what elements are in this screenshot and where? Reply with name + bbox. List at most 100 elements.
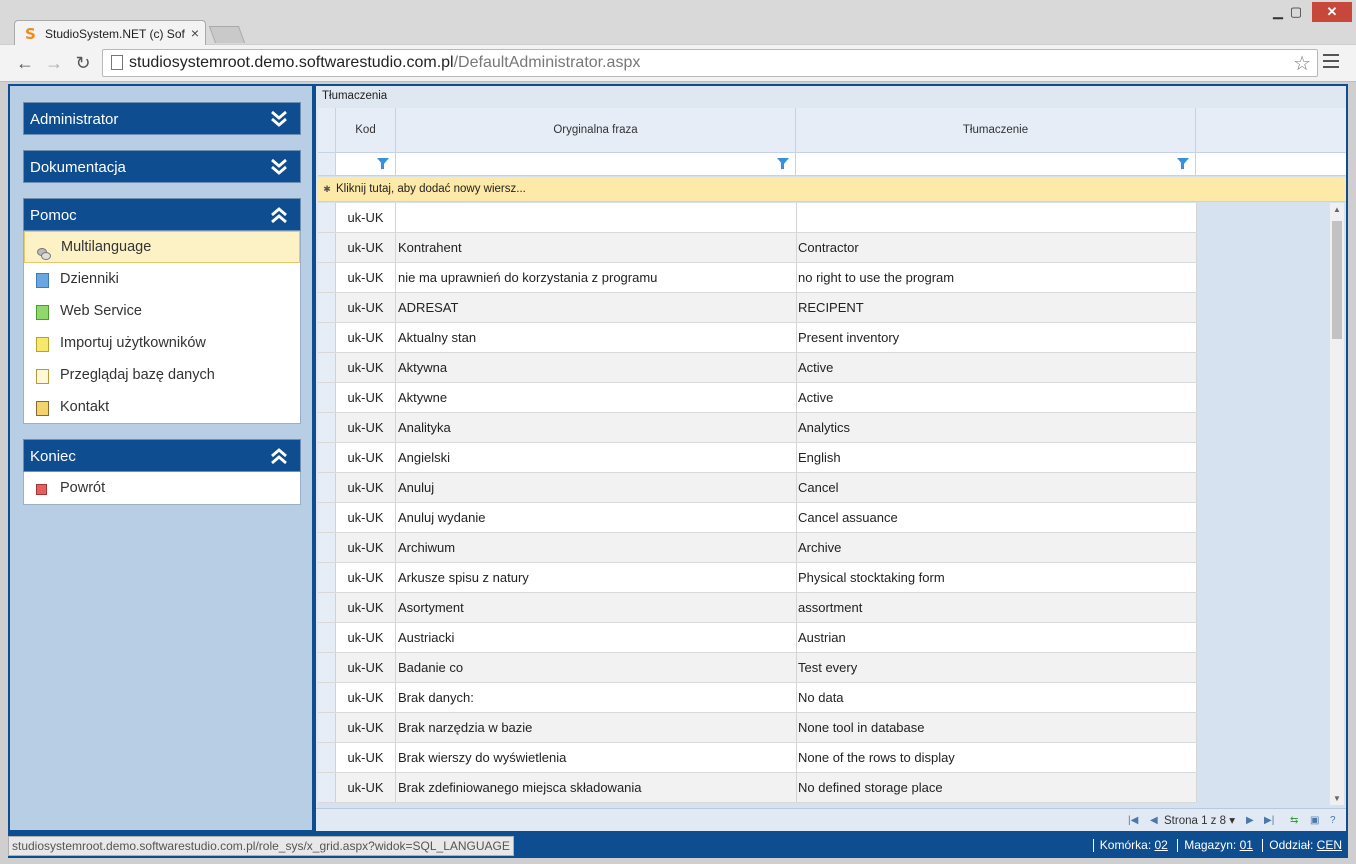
filter-cell-tlumaczenie[interactable]: [796, 153, 1196, 175]
browser-menu-icon[interactable]: [1323, 54, 1339, 72]
cell-oryginalna-fraza[interactable]: Austriacki: [396, 623, 797, 652]
chevron-double-down-icon[interactable]: [270, 158, 288, 176]
column-header-tlumaczenie[interactable]: Tłumaczenie: [796, 108, 1196, 152]
row-selector[interactable]: [318, 503, 336, 532]
panel-header-administrator[interactable]: Administrator: [23, 102, 301, 135]
cell-oryginalna-fraza[interactable]: Badanie co: [396, 653, 797, 682]
row-selector[interactable]: [318, 203, 336, 232]
cell-oryginalna-fraza[interactable]: Brak danych:: [396, 683, 797, 712]
cell-tlumaczenie[interactable]: Active: [796, 383, 1197, 412]
cell-kod[interactable]: uk-UK: [336, 713, 396, 742]
cell-tlumaczenie[interactable]: Contractor: [796, 233, 1197, 262]
row-selector[interactable]: [318, 293, 336, 322]
cell-tlumaczenie[interactable]: Test every: [796, 653, 1197, 682]
table-row[interactable]: uk-UK Brak zdefiniowanego miejsca składow…: [318, 773, 1197, 803]
table-row[interactable]: uk-UK nie ma uprawnień do korzystania z p…: [318, 263, 1197, 293]
row-selector[interactable]: [318, 353, 336, 382]
cell-oryginalna-fraza[interactable]: Aktualny stan: [396, 323, 797, 352]
sidebar-item-multilanguage[interactable]: Multilanguage: [24, 231, 300, 263]
table-row[interactable]: uk-UK Aktywne Active: [318, 383, 1197, 413]
cell-tlumaczenie[interactable]: Archive: [796, 533, 1197, 562]
new-tab-button[interactable]: [208, 26, 246, 43]
komorka-link[interactable]: 02: [1155, 838, 1168, 852]
add-new-row[interactable]: ✱ Kliknij tutaj, aby dodać nowy wiersz...: [318, 177, 1346, 202]
cell-kod[interactable]: uk-UK: [336, 353, 396, 382]
table-row[interactable]: uk-UK Anuluj wydanie Cancel assuance: [318, 503, 1197, 533]
sidebar-item-kontakt[interactable]: Kontakt: [24, 391, 300, 423]
sidebar-item-importuj-uzytkownikow[interactable]: Importuj użytkowników: [24, 327, 300, 359]
row-selector[interactable]: [318, 413, 336, 442]
cell-oryginalna-fraza[interactable]: Aktywna: [396, 353, 797, 382]
help-icon[interactable]: ?: [1330, 815, 1336, 826]
row-selector[interactable]: [318, 683, 336, 712]
cell-tlumaczenie[interactable]: English: [796, 443, 1197, 472]
table-row[interactable]: uk-UK Brak wierszy do wyświetlenia None of…: [318, 743, 1197, 773]
cell-kod[interactable]: uk-UK: [336, 413, 396, 442]
filter-icon[interactable]: [777, 158, 789, 169]
cell-kod[interactable]: uk-UK: [336, 653, 396, 682]
table-row[interactable]: uk-UK Asortyment assortment: [318, 593, 1197, 623]
cell-oryginalna-fraza[interactable]: ADRESAT: [396, 293, 797, 322]
row-selector[interactable]: [318, 653, 336, 682]
row-selector[interactable]: [318, 443, 336, 472]
cell-oryginalna-fraza[interactable]: Aktywne: [396, 383, 797, 412]
row-selector[interactable]: [318, 233, 336, 262]
cell-kod[interactable]: uk-UK: [336, 773, 396, 802]
table-row[interactable]: uk-UK Kontrahent Contractor: [318, 233, 1197, 263]
table-row[interactable]: uk-UK Austriacki Austrian: [318, 623, 1197, 653]
next-page-icon[interactable]: ▶: [1246, 815, 1254, 826]
cell-kod[interactable]: uk-UK: [336, 623, 396, 652]
row-selector[interactable]: [318, 563, 336, 592]
row-selector[interactable]: [318, 713, 336, 742]
cell-oryginalna-fraza[interactable]: Analityka: [396, 413, 797, 442]
cell-tlumaczenie[interactable]: [796, 203, 1197, 232]
page-indicator[interactable]: Strona 1 z 8 ▾: [1164, 813, 1235, 827]
cell-oryginalna-fraza[interactable]: Archiwum: [396, 533, 797, 562]
row-selector[interactable]: [318, 533, 336, 562]
column-header-kod[interactable]: Kod: [336, 108, 396, 152]
reload-icon[interactable]: ↻: [72, 53, 94, 74]
cell-oryginalna-fraza[interactable]: Brak narzędzia w bazie: [396, 713, 797, 742]
sidebar-item-powrot[interactable]: Powrót: [24, 472, 300, 504]
cell-tlumaczenie[interactable]: Austrian: [796, 623, 1197, 652]
chevron-double-up-icon[interactable]: [270, 206, 288, 224]
cell-tlumaczenie[interactable]: no right to use the program: [796, 263, 1197, 292]
cell-kod[interactable]: uk-UK: [336, 293, 396, 322]
cell-oryginalna-fraza[interactable]: Arkusze spisu z natury: [396, 563, 797, 592]
cell-oryginalna-fraza[interactable]: Brak wierszy do wyświetlenia: [396, 743, 797, 772]
browser-tab[interactable]: S StudioSystem.NET (c) Soft ×: [14, 20, 206, 47]
bookmark-star-icon[interactable]: ☆: [1293, 51, 1311, 76]
filter-icon[interactable]: [1177, 158, 1189, 169]
table-row[interactable]: uk-UK Brak narzędzia w bazie None tool in …: [318, 713, 1197, 743]
cell-tlumaczenie[interactable]: No data: [796, 683, 1197, 712]
row-selector[interactable]: [318, 323, 336, 352]
cell-kod[interactable]: uk-UK: [336, 563, 396, 592]
table-row[interactable]: uk-UK Anuluj Cancel: [318, 473, 1197, 503]
cell-oryginalna-fraza[interactable]: Anuluj: [396, 473, 797, 502]
sidebar-item-przegladaj-baze[interactable]: Przeglądaj bazę danych: [24, 359, 300, 391]
vertical-scrollbar[interactable]: ▲ ▼: [1330, 203, 1344, 805]
row-selector[interactable]: [318, 383, 336, 412]
cell-oryginalna-fraza[interactable]: Asortyment: [396, 593, 797, 622]
table-row[interactable]: uk-UK: [318, 203, 1197, 233]
cell-kod[interactable]: uk-UK: [336, 233, 396, 262]
cell-tlumaczenie[interactable]: Active: [796, 353, 1197, 382]
maximize-icon[interactable]: ▢: [1280, 2, 1312, 22]
cell-kod[interactable]: uk-UK: [336, 263, 396, 292]
scrollbar-thumb[interactable]: [1332, 221, 1342, 339]
cell-oryginalna-fraza[interactable]: Angielski: [396, 443, 797, 472]
cell-tlumaczenie[interactable]: Analytics: [796, 413, 1197, 442]
table-row[interactable]: uk-UK Angielski English: [318, 443, 1197, 473]
cell-oryginalna-fraza[interactable]: Anuluj wydanie: [396, 503, 797, 532]
cell-kod[interactable]: uk-UK: [336, 743, 396, 772]
scroll-up-icon[interactable]: ▲: [1333, 205, 1341, 214]
table-row[interactable]: uk-UK ADRESAT RECIPENT: [318, 293, 1197, 323]
row-selector[interactable]: [318, 263, 336, 292]
scroll-down-icon[interactable]: ▼: [1333, 794, 1341, 803]
cell-tlumaczenie[interactable]: None of the rows to display: [796, 743, 1197, 772]
cell-kod[interactable]: uk-UK: [336, 533, 396, 562]
row-selector[interactable]: [318, 743, 336, 772]
prev-page-icon[interactable]: ◀: [1150, 815, 1158, 826]
cell-tlumaczenie[interactable]: Physical stocktaking form: [796, 563, 1197, 592]
table-row[interactable]: uk-UK Arkusze spisu z natury Physical stoc…: [318, 563, 1197, 593]
